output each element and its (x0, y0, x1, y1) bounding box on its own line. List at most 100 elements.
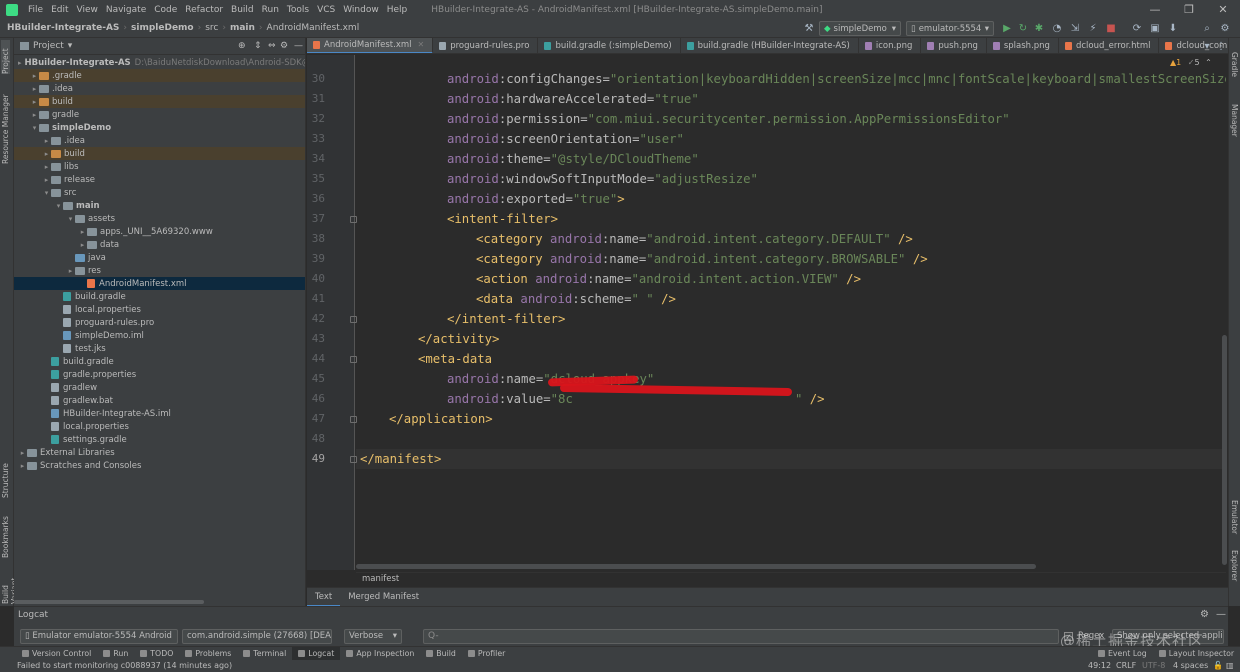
logcat-device-select[interactable]: ▯ Emulator emulator-5554 Android (20, 629, 178, 644)
tree-item[interactable]: ▸ build (14, 147, 305, 160)
menu-view[interactable]: View (73, 5, 102, 15)
stop-icon[interactable]: ■ (1104, 21, 1118, 35)
tool-window-event-log[interactable]: Event Log (1092, 647, 1153, 661)
tree-item[interactable]: ▸ gradle (14, 108, 305, 121)
tree-item[interactable]: HBuilder-Integrate-AS.iml (14, 407, 305, 420)
tree-item[interactable]: AndroidManifest.xml (14, 277, 305, 290)
chevron-right-icon[interactable]: ▸ (42, 137, 51, 145)
chevron-right-icon[interactable]: ▸ (18, 59, 22, 67)
project-horizontal-scrollbar[interactable] (14, 600, 204, 604)
tree-item[interactable]: local.properties (14, 420, 305, 433)
breadcrumb-item[interactable]: src (202, 23, 221, 33)
fold-marker-icon[interactable] (350, 216, 357, 223)
tool-window-app-inspection[interactable]: App Inspection (340, 647, 420, 661)
settings-gear-icon[interactable]: ⚙ (1200, 609, 1209, 620)
rerun-icon[interactable]: ↻ (1016, 21, 1030, 35)
device-manager-icon[interactable]: ▣ (1148, 21, 1162, 35)
tree-item[interactable]: ▸ libs (14, 160, 305, 173)
chevron-down-icon[interactable]: ▾ (42, 189, 51, 197)
profile-icon[interactable]: ◔ (1050, 21, 1064, 35)
menu-run[interactable]: Run (258, 5, 283, 15)
tree-item[interactable]: build.gradle (14, 290, 305, 303)
debug-icon[interactable]: ✱ (1032, 21, 1046, 35)
close-icon[interactable]: ✕ (1206, 0, 1240, 19)
tree-item[interactable]: ▸ release (14, 173, 305, 186)
tree-item[interactable]: ▸ .idea (14, 82, 305, 95)
lock-icon[interactable]: 🔓 (1213, 660, 1223, 672)
editor-breadcrumb[interactable]: manifest (356, 572, 1226, 585)
tree-item[interactable]: java (14, 251, 305, 264)
device-manager-tool-button[interactable]: Device Manager (1230, 104, 1240, 164)
chevron-right-icon[interactable]: ▸ (30, 85, 39, 93)
menu-build[interactable]: Build (227, 5, 258, 15)
tree-item[interactable]: gradlew.bat (14, 394, 305, 407)
file-encoding[interactable]: UTF-8 (1142, 660, 1165, 672)
emulator-tool-button[interactable]: Emulator (1230, 500, 1239, 546)
editor-tab[interactable]: icon.png (859, 38, 922, 53)
tool-window-version-control[interactable]: Version Control (16, 647, 97, 661)
tree-item[interactable]: ▸ External Libraries (14, 446, 305, 459)
gradle-tool-button[interactable]: Gradle (1230, 52, 1239, 88)
memory-indicator-icon[interactable]: ▥ (1226, 660, 1234, 672)
search-icon[interactable]: ⌕ (1200, 21, 1214, 35)
chevron-down-icon[interactable]: ▾ (30, 124, 39, 132)
project-view-select[interactable]: Project (33, 41, 64, 51)
hide-panel-icon[interactable]: — (294, 41, 303, 51)
hide-panel-icon[interactable]: — (1216, 609, 1226, 620)
editor-mode-tab[interactable]: Merged Manifest (340, 588, 427, 607)
resource-manager-tool-button[interactable]: Resource Manager (1, 84, 10, 164)
chevron-down-icon[interactable]: ▾ (1200, 39, 1214, 53)
device-select[interactable]: ▯ emulator-5554 ▾ (906, 21, 994, 36)
tree-item[interactable]: ▾ simpleDemo (14, 121, 305, 134)
line-separator[interactable]: CRLF (1116, 660, 1136, 672)
more-tabs-icon[interactable]: ⋮ (1214, 39, 1228, 53)
structure-tool-button[interactable]: Structure (1, 458, 10, 498)
tree-item[interactable]: ▾ main (14, 199, 305, 212)
chevron-down-icon[interactable]: ▾ (66, 215, 75, 223)
sync-gradle-icon[interactable]: ⟳ (1130, 21, 1144, 35)
chevron-right-icon[interactable]: ▸ (18, 462, 27, 470)
options-gear-icon[interactable]: ⚙ (280, 41, 288, 51)
chevron-right-icon[interactable]: ▸ (30, 111, 39, 119)
device-file-explorer-tool-button[interactable]: Device File Explorer (1230, 550, 1240, 606)
tree-item[interactable]: ▸ data (14, 238, 305, 251)
maximize-icon[interactable]: ❐ (1172, 0, 1206, 19)
editor-mode-tab[interactable]: Text (307, 588, 341, 607)
tool-window-profiler[interactable]: Profiler (462, 647, 511, 661)
tree-item[interactable]: ▾ assets (14, 212, 305, 225)
project-tool-button[interactable]: Project (1, 40, 10, 74)
vertical-scrollbar[interactable] (1222, 335, 1227, 565)
chevron-down-icon[interactable]: ▾ (54, 202, 63, 210)
tree-item[interactable]: build.gradle (14, 355, 305, 368)
inspection-widget[interactable]: ▲1 ✓5 ⌃ (1170, 58, 1212, 67)
editor-tab[interactable]: splash.png (987, 38, 1059, 53)
menu-edit[interactable]: Edit (47, 5, 72, 15)
fold-marker-icon[interactable] (350, 456, 357, 463)
tree-item[interactable]: ▸ build (14, 95, 305, 108)
editor-tab[interactable]: proguard-rules.pro (433, 38, 539, 53)
logcat-process-select[interactable]: com.android.simple (27668) [DEAD] (182, 629, 332, 644)
tree-item[interactable]: simpleDemo.iml (14, 329, 305, 342)
menu-file[interactable]: File (24, 5, 47, 15)
apply-changes-icon[interactable]: ⚡ (1086, 21, 1100, 35)
editor-tab[interactable]: build.gradle (HBuilder-Integrate-AS) (681, 38, 859, 53)
minimize-icon[interactable]: — (1138, 0, 1172, 19)
tree-item[interactable]: ▸ .idea (14, 134, 305, 147)
run-config-select[interactable]: ◆ simpleDemo ▾ (819, 21, 901, 36)
tree-item[interactable]: ▸ .gradle (14, 69, 305, 82)
logcat-level-select[interactable]: Verbose ▾ (344, 629, 402, 644)
collapse-all-icon[interactable]: ⇔ (268, 41, 276, 51)
chevron-right-icon[interactable]: ▸ (42, 163, 51, 171)
menu-code[interactable]: Code (150, 5, 181, 15)
tree-item[interactable]: ▸ res (14, 264, 305, 277)
menu-navigate[interactable]: Navigate (102, 5, 150, 15)
hammer-icon[interactable]: ⚒ (802, 21, 816, 35)
menu-window[interactable]: Window (339, 5, 383, 15)
tool-window-run[interactable]: Run (97, 647, 134, 661)
tree-item[interactable]: ▸ Scratches and Consoles (14, 459, 305, 472)
attach-debugger-icon[interactable]: ⇲ (1068, 21, 1082, 35)
chevron-right-icon[interactable]: ▸ (30, 72, 39, 80)
tree-item[interactable]: proguard-rules.pro (14, 316, 305, 329)
breadcrumb-item[interactable]: HBuilder-Integrate-AS (4, 23, 122, 33)
tree-item[interactable]: gradle.properties (14, 368, 305, 381)
